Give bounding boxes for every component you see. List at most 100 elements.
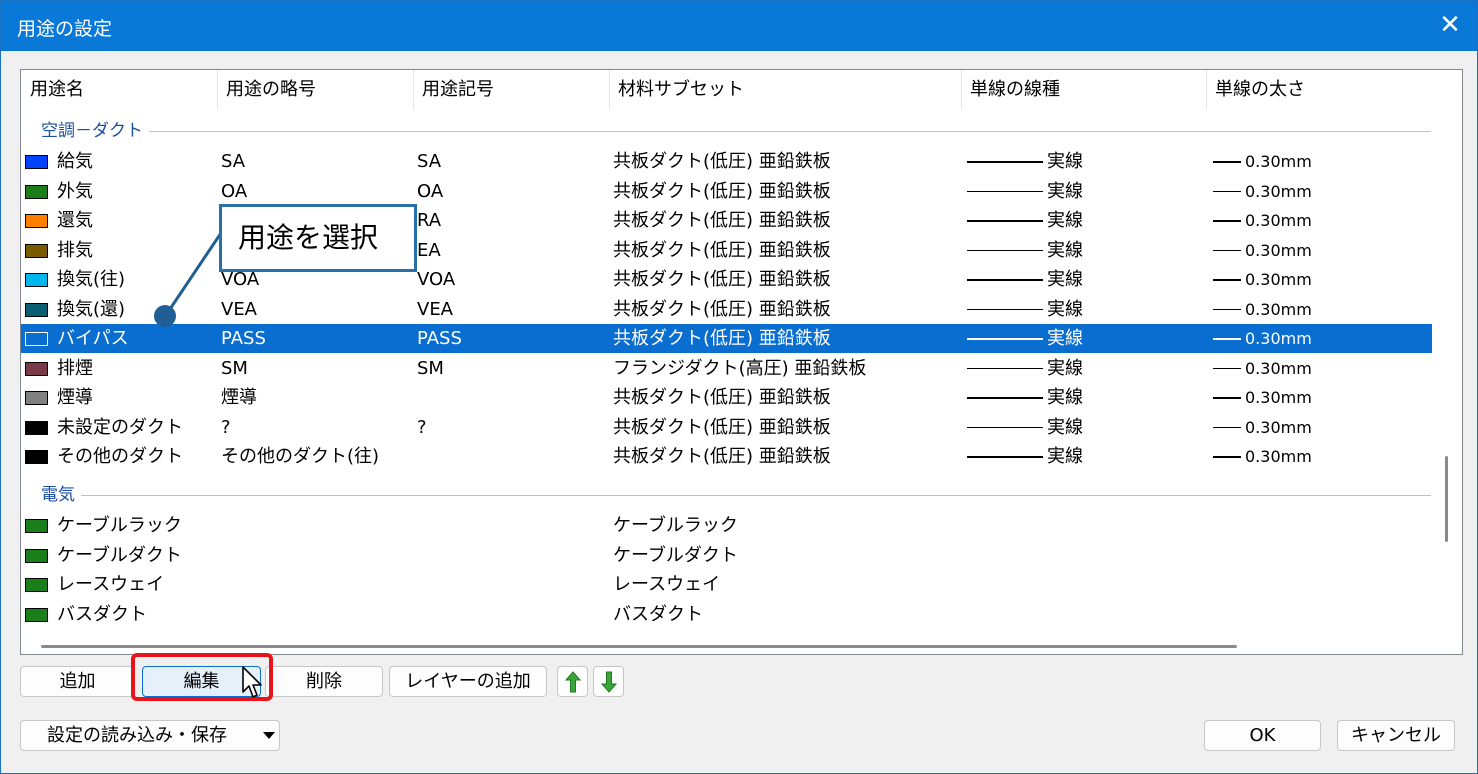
add-layer-button[interactable]: レイヤーの追加 [389, 666, 547, 697]
load-save-dropdown[interactable]: 設定の読み込み・保存 [20, 720, 280, 751]
cell-material: 共板ダクト(低圧) 亜鉛鉄板 [613, 416, 831, 438]
cell-abbr: 煙導 [221, 387, 257, 408]
thickness-sample [1213, 279, 1241, 281]
cell-symbol: SA [417, 151, 442, 172]
vertical-scrollbar-thumb[interactable] [1445, 456, 1448, 542]
column-header-thickness[interactable]: 単線の太さ [1206, 70, 1436, 110]
cell-abbr: その他のダクト(往) [221, 446, 380, 467]
color-swatch [25, 332, 48, 346]
cell-abbr: OA [221, 180, 248, 202]
column-header-linetype[interactable]: 単線の線種 [961, 70, 1206, 110]
color-swatch [25, 243, 48, 258]
cell-material: 共板ダクト(低圧) 亜鉛鉄板 [613, 151, 831, 172]
table-row[interactable]: 給気 SA SA 共板ダクト(低圧) 亜鉛鉄板 実線 0.30mm [21, 147, 1432, 176]
cell-thickness: 0.30mm [1245, 329, 1312, 348]
linetype-sample [967, 249, 1043, 251]
cell-thickness: 0.30mm [1245, 240, 1312, 260]
cell-name: ケーブルダクト [57, 544, 182, 566]
group-header-hvac-duct[interactable]: 空調－ダクト [21, 117, 1441, 145]
delete-button[interactable]: 削除 [265, 666, 383, 697]
cell-material: フランジダクト(高圧) 亜鉛鉄板 [613, 357, 867, 379]
close-icon[interactable]: ✕ [1435, 10, 1465, 40]
cell-linetype: 実線 [1047, 416, 1083, 438]
cell-linetype: 実線 [1047, 387, 1083, 408]
thickness-sample [1213, 308, 1241, 310]
cell-symbol: EA [417, 239, 441, 261]
cell-linetype: 実線 [1047, 151, 1083, 172]
title-bar[interactable]: 用途の設定 ✕ [1, 1, 1477, 51]
cell-linetype: 実線 [1047, 239, 1083, 261]
color-swatch [25, 420, 48, 435]
callout-label: 用途を選択 [219, 204, 417, 272]
cell-abbr: SA [221, 151, 246, 172]
chevron-down-icon [263, 732, 275, 739]
cell-linetype: 実線 [1047, 357, 1083, 379]
cell-name: 換気(往) [57, 269, 126, 290]
table-row[interactable]: ケーブルラック ケーブルラック [21, 511, 1432, 540]
cell-name: 外気 [57, 180, 93, 202]
cell-linetype: 実線 [1047, 298, 1083, 320]
cell-name: レースウェイ [57, 574, 165, 595]
mouse-cursor-icon [242, 666, 262, 698]
move-up-button[interactable] [557, 666, 588, 697]
color-swatch [25, 519, 48, 533]
cell-material: 共板ダクト(低圧) 亜鉛鉄板 [613, 239, 831, 261]
color-swatch [25, 450, 48, 464]
column-header-abbr[interactable]: 用途の略号 [217, 70, 413, 110]
cell-name: その他のダクト [57, 446, 183, 467]
color-swatch [25, 273, 48, 287]
window-title: 用途の設定 [17, 18, 113, 40]
cell-name: ケーブルラック [57, 515, 182, 536]
group-label: 電気 [41, 481, 81, 509]
cell-name: バイパス [57, 328, 129, 349]
cancel-button[interactable]: キャンセル [1337, 720, 1455, 751]
table-row[interactable]: バスダクト バスダクト [21, 600, 1432, 629]
table-row[interactable]: 未設定のダクト?? 共板ダクト(低圧) 亜鉛鉄板 実線 0.30mm [21, 413, 1432, 442]
color-swatch [25, 155, 48, 169]
ok-button[interactable]: OK [1204, 720, 1321, 751]
cell-abbr: ? [221, 416, 231, 438]
cell-name: 煙導 [57, 387, 93, 408]
color-swatch [25, 607, 48, 622]
cell-abbr: SM [221, 357, 248, 379]
group-header-electrical[interactable]: 電気 [21, 481, 1441, 509]
dialog-window: 用途の設定 ✕ 用途名 用途の略号 用途記号 材料サブセット 単線の線種 単線の… [0, 0, 1478, 774]
column-header-name[interactable]: 用途名 [21, 70, 217, 110]
horizontal-scrollbar-thumb[interactable] [41, 645, 1237, 648]
column-header-symbol[interactable]: 用途記号 [413, 70, 609, 110]
color-swatch [25, 214, 48, 228]
linetype-sample [967, 456, 1043, 458]
cell-name: 排気 [57, 239, 93, 261]
linetype-sample [967, 190, 1043, 192]
color-swatch [25, 578, 48, 592]
linetype-sample [967, 367, 1043, 369]
linetype-sample [967, 161, 1043, 163]
table-row[interactable]: 換気(還) VEA VEA 共板ダクト(低圧) 亜鉛鉄板 実線 0.30mm [21, 295, 1432, 324]
thickness-sample [1213, 190, 1241, 192]
cell-material: ケーブルラック [613, 515, 738, 536]
thickness-sample [1213, 426, 1241, 428]
load-save-label: 設定の読み込み・保存 [47, 725, 227, 746]
cell-thickness: 0.30mm [1245, 447, 1312, 466]
table-row[interactable]: 排煙 SM SM フランジダクト(高圧) 亜鉛鉄板 実線 0.30mm [21, 354, 1432, 383]
arrow-down-icon [600, 671, 617, 693]
table-row[interactable]: 煙導 煙導 共板ダクト(低圧) 亜鉛鉄板 実線 0.30mm [21, 383, 1432, 412]
table-row[interactable]: レースウェイ レースウェイ [21, 570, 1432, 599]
cell-symbol: VEA [417, 298, 453, 320]
usage-list[interactable]: 用途名 用途の略号 用途記号 材料サブセット 単線の線種 単線の太さ 空調－ダク… [20, 69, 1463, 655]
table-row[interactable]: 外気 OA OA 共板ダクト(低圧) 亜鉛鉄板 実線 0.30mm [21, 177, 1432, 206]
group-divider [41, 131, 1431, 132]
cell-thickness: 0.30mm [1245, 211, 1312, 230]
table-row[interactable]: その他のダクト その他のダクト(往) 共板ダクト(低圧) 亜鉛鉄板 実線 0.30mm [21, 442, 1432, 471]
table-row[interactable]: バイパス PASS PASS 共板ダクト(低圧) 亜鉛鉄板 実線 0.30mm [21, 324, 1432, 353]
cell-material: 共板ダクト(低圧) 亜鉛鉄板 [613, 446, 831, 467]
column-header-material[interactable]: 材料サブセット [609, 70, 961, 110]
move-down-button[interactable] [593, 666, 624, 697]
cell-linetype: 実線 [1047, 180, 1083, 202]
add-button[interactable]: 追加 [20, 666, 135, 697]
linetype-sample [967, 426, 1043, 428]
cell-linetype: 実線 [1047, 210, 1083, 231]
color-swatch [25, 548, 48, 563]
cell-thickness: 0.30mm [1245, 388, 1312, 407]
table-row[interactable]: ケーブルダクト ケーブルダクト [21, 541, 1432, 570]
